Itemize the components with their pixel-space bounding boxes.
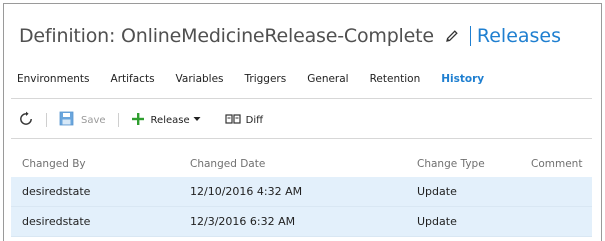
tab-environments[interactable]: Environments	[17, 73, 90, 85]
plus-icon	[131, 112, 145, 129]
save-label: Save	[81, 114, 106, 126]
history-row[interactable]: desiredstate 12/3/2016 6:32 AM Update	[11, 207, 592, 237]
refresh-icon	[18, 111, 34, 130]
column-header-change-type[interactable]: Change Type	[417, 151, 485, 177]
tab-artifacts[interactable]: Artifacts	[111, 73, 155, 85]
pencil-icon[interactable]	[444, 28, 460, 44]
release-dropdown-button[interactable]: Release	[131, 112, 201, 129]
cell-changed-by: desiredstate	[22, 185, 91, 198]
tab-general[interactable]: General	[307, 73, 348, 85]
diff-button[interactable]: Diff	[225, 113, 263, 128]
diff-icon	[225, 113, 241, 128]
refresh-button[interactable]	[18, 111, 34, 130]
column-header-changed-date[interactable]: Changed Date	[190, 151, 265, 177]
cell-changed-by: desiredstate	[22, 215, 91, 228]
page-title: Definition: OnlineMedicineRelease-Comple…	[19, 25, 434, 47]
cell-changed-date: 12/3/2016 6:32 AM	[190, 215, 296, 228]
title-bar: Definition: OnlineMedicineRelease-Comple…	[19, 19, 561, 53]
tab-variables[interactable]: Variables	[176, 73, 224, 85]
history-grid-header: Changed By Changed Date Change Type Comm…	[11, 151, 592, 177]
toolbar-separator	[117, 113, 119, 127]
cell-change-type: Update	[417, 185, 457, 198]
column-header-changed-by[interactable]: Changed By	[22, 151, 86, 177]
toolbar-divider	[11, 138, 592, 139]
tabs-divider	[11, 98, 592, 99]
release-label: Release	[150, 114, 190, 126]
cell-change-type: Update	[417, 215, 457, 228]
tab-triggers[interactable]: Triggers	[245, 73, 287, 85]
tab-retention[interactable]: Retention	[370, 73, 421, 85]
toolbar: Save Release Diff	[18, 110, 263, 130]
release-definition-panel: Definition: OnlineMedicineRelease-Comple…	[3, 3, 602, 241]
releases-link[interactable]: Releases	[477, 25, 561, 47]
diff-label: Diff	[245, 114, 263, 126]
save-button[interactable]: Save	[59, 111, 106, 129]
cell-changed-date: 12/10/2016 4:32 AM	[190, 185, 303, 198]
definition-tabs: Environments Artifacts Variables Trigger…	[17, 70, 505, 88]
history-row[interactable]: desiredstate 12/10/2016 4:32 AM Update	[11, 177, 592, 207]
title-separator	[469, 26, 471, 46]
chevron-down-icon	[193, 115, 201, 126]
tab-history[interactable]: History	[441, 73, 484, 85]
column-header-comment[interactable]: Comment	[531, 151, 582, 177]
save-icon	[59, 111, 74, 129]
toolbar-separator	[46, 113, 47, 127]
